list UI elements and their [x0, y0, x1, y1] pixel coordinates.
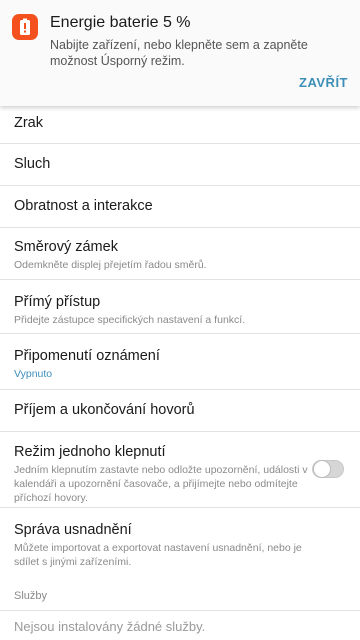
settings-item-accessibility-management[interactable]: Správa usnadnění Můžete importovat a exp…	[0, 508, 360, 580]
settings-item-vision[interactable]: Zrak	[0, 106, 360, 144]
accessibility-settings-list: Zrak Sluch Obratnost a interakce Směrový…	[0, 106, 360, 640]
settings-item-title: Zrak	[14, 115, 43, 131]
settings-item-hearing[interactable]: Sluch	[0, 144, 360, 186]
services-empty-text: Nejsou instalovány žádné služby.	[14, 619, 206, 634]
settings-item-direct-access[interactable]: Přímý přístup Přidejte zástupce specific…	[0, 280, 360, 334]
settings-item-subtitle: Jedním klepnutím zastavte nebo odložte u…	[14, 464, 308, 504]
settings-item-title: Správa usnadnění	[14, 522, 132, 538]
settings-item-single-tap-mode[interactable]: Režim jednoho klepnutí Jedním klepnutím …	[0, 432, 360, 508]
notification-text: Nabijte zařízení, nebo klepněte sem a za…	[50, 38, 308, 68]
services-section-header: Služby	[14, 590, 48, 602]
close-notification-button[interactable]: ZAVŘÍT	[299, 75, 348, 90]
settings-item-dexterity[interactable]: Obratnost a interakce	[0, 186, 360, 228]
battery-alert-icon	[12, 14, 38, 40]
settings-item-title: Směrový zámek	[14, 239, 118, 255]
notification-title: Energie baterie 5 %	[50, 14, 191, 31]
settings-item-answering-ending-calls[interactable]: Příjem a ukončování hovorů	[0, 390, 360, 432]
battery-notification[interactable]: Energie baterie 5 % Nabijte zařízení, ne…	[0, 0, 360, 106]
settings-item-subtitle: Můžete importovat a exportovat nastavení…	[14, 542, 302, 568]
services-empty-state: Nejsou instalovány žádné služby.	[0, 610, 360, 640]
settings-item-subtitle: Odemkněte displej přejetím řadou směrů.	[14, 259, 207, 271]
notification-reminder-status: Vypnuto	[14, 368, 53, 380]
single-tap-mode-toggle[interactable]	[312, 460, 344, 478]
settings-item-title: Obratnost a interakce	[14, 198, 153, 214]
settings-item-title: Příjem a ukončování hovorů	[14, 402, 195, 418]
settings-item-title: Připomenutí oznámení	[14, 348, 160, 364]
settings-item-title: Režim jednoho klepnutí	[14, 444, 166, 460]
settings-item-direction-lock[interactable]: Směrový zámek Odemkněte displej přejetím…	[0, 228, 360, 280]
settings-item-title: Přímý přístup	[14, 294, 101, 310]
settings-item-notification-reminder[interactable]: Připomenutí oznámení Vypnuto	[0, 334, 360, 390]
settings-item-title: Sluch	[14, 156, 51, 172]
toggle-knob	[313, 460, 331, 478]
settings-item-subtitle: Přidejte zástupce specifických nastavení…	[14, 314, 246, 326]
